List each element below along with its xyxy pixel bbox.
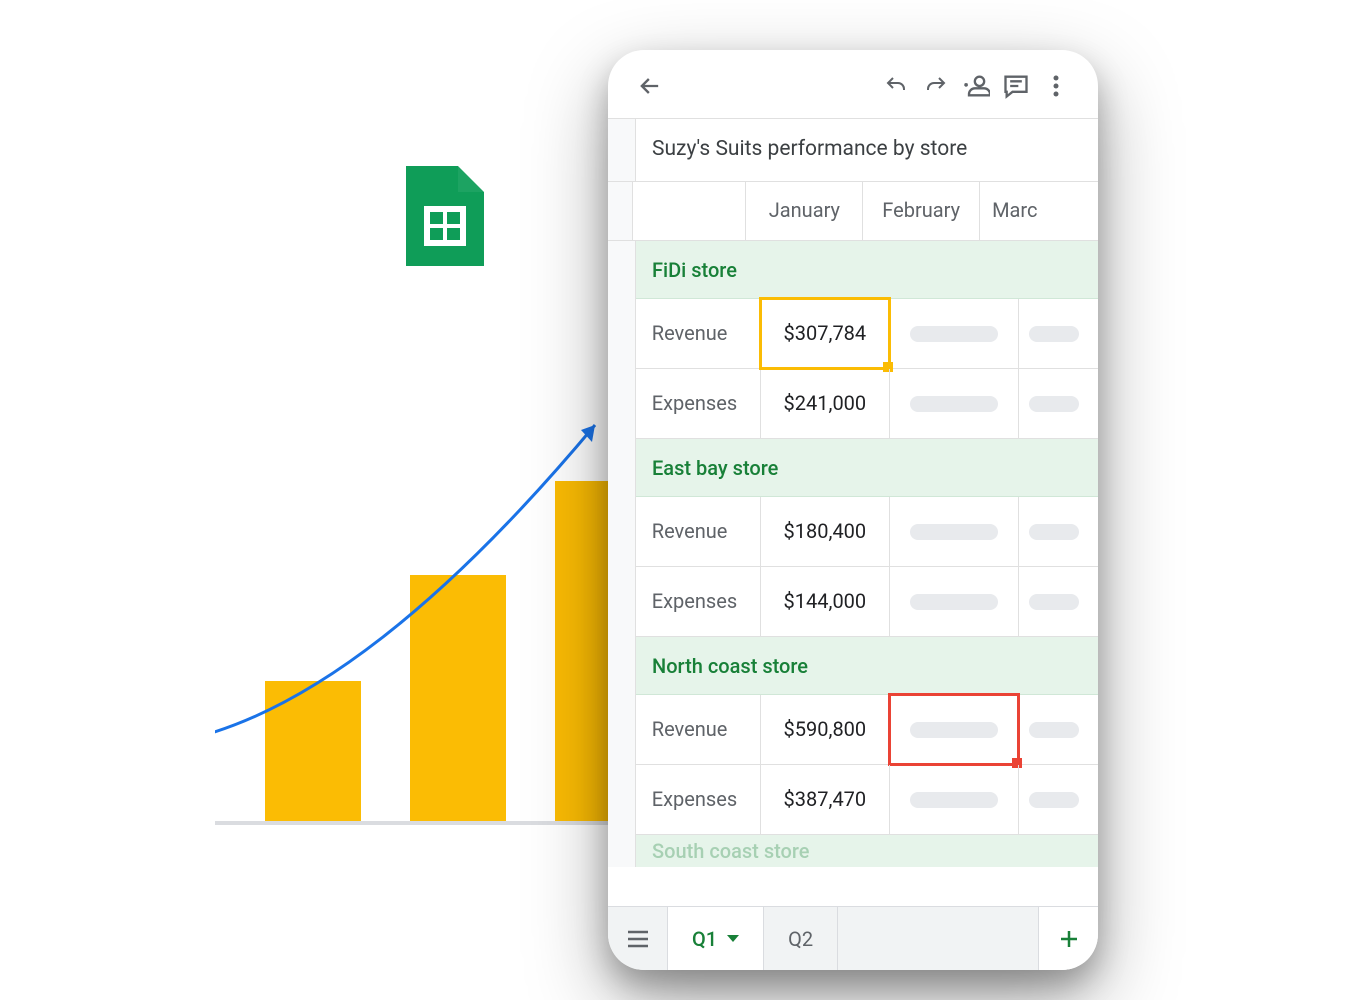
store-group-header[interactable]: East bay store: [636, 456, 794, 480]
data-cell[interactable]: [1019, 695, 1098, 764]
data-cell-selected[interactable]: $307,784: [761, 299, 890, 368]
empty-header-cell[interactable]: [633, 182, 746, 240]
data-cell[interactable]: $387,470: [761, 765, 890, 834]
row-gutter[interactable]: [608, 497, 636, 567]
row-gutter[interactable]: [608, 637, 636, 695]
row-gutter[interactable]: [608, 241, 636, 299]
row-gutter[interactable]: [608, 439, 636, 497]
data-cell[interactable]: $241,000: [761, 369, 890, 438]
redo-icon[interactable]: [922, 72, 950, 100]
row-label[interactable]: Revenue: [636, 299, 761, 368]
all-sheets-menu-icon[interactable]: [608, 907, 668, 970]
data-cell[interactable]: $590,800: [761, 695, 890, 764]
decorative-bar-chart: [215, 430, 615, 825]
back-icon[interactable]: [636, 72, 664, 100]
comment-icon[interactable]: [1002, 72, 1030, 100]
sheet-tab-bar: Q1 Q2: [608, 906, 1098, 970]
sheet-title-cell[interactable]: Suzy's Suits performance by store: [636, 119, 1098, 181]
row-gutter[interactable]: [608, 567, 636, 637]
mobile-sheets-app: Suzy's Suits performance by store Januar…: [608, 50, 1098, 970]
app-toolbar: [608, 50, 1098, 118]
data-cell[interactable]: [1019, 765, 1098, 834]
row-gutter[interactable]: [608, 695, 636, 765]
data-cell[interactable]: [890, 369, 1019, 438]
row-label[interactable]: Revenue: [636, 695, 761, 764]
row-gutter[interactable]: [608, 182, 633, 240]
data-cell-selected[interactable]: [890, 695, 1019, 764]
google-sheets-file-icon: [406, 166, 484, 266]
row-gutter[interactable]: [608, 369, 636, 439]
row-label[interactable]: Revenue: [636, 497, 761, 566]
store-group-header[interactable]: South coast store: [636, 839, 825, 863]
sheet-tab-active[interactable]: Q1: [668, 907, 764, 970]
column-header[interactable]: February: [863, 182, 980, 240]
column-header[interactable]: January: [746, 182, 863, 240]
row-label[interactable]: Expenses: [636, 567, 761, 636]
data-cell[interactable]: [890, 567, 1019, 636]
row-gutter[interactable]: [608, 119, 636, 181]
data-cell[interactable]: [890, 299, 1019, 368]
row-gutter[interactable]: [608, 835, 636, 867]
data-cell[interactable]: [890, 765, 1019, 834]
trend-arrow-icon: [215, 420, 615, 770]
chevron-down-icon: [727, 935, 739, 942]
data-cell[interactable]: [1019, 369, 1098, 438]
add-sheet-button[interactable]: [1038, 907, 1098, 970]
add-collaborator-icon[interactable]: [962, 72, 990, 100]
data-cell[interactable]: $180,400: [761, 497, 890, 566]
row-gutter[interactable]: [608, 299, 636, 369]
more-menu-icon[interactable]: [1042, 72, 1070, 100]
row-label[interactable]: Expenses: [636, 765, 761, 834]
data-cell[interactable]: [890, 497, 1019, 566]
row-gutter[interactable]: [608, 765, 636, 835]
sheet-tab[interactable]: Q2: [764, 907, 838, 970]
row-label[interactable]: Expenses: [636, 369, 761, 438]
data-cell[interactable]: [1019, 497, 1098, 566]
data-cell[interactable]: [1019, 567, 1098, 636]
store-group-header[interactable]: FiDi store: [636, 258, 753, 282]
undo-icon[interactable]: [882, 72, 910, 100]
data-cell[interactable]: [1019, 299, 1098, 368]
column-header[interactable]: Marc: [980, 182, 1098, 240]
store-group-header[interactable]: North coast store: [636, 654, 824, 678]
spreadsheet-grid[interactable]: Suzy's Suits performance by store Januar…: [608, 118, 1098, 867]
data-cell[interactable]: $144,000: [761, 567, 890, 636]
